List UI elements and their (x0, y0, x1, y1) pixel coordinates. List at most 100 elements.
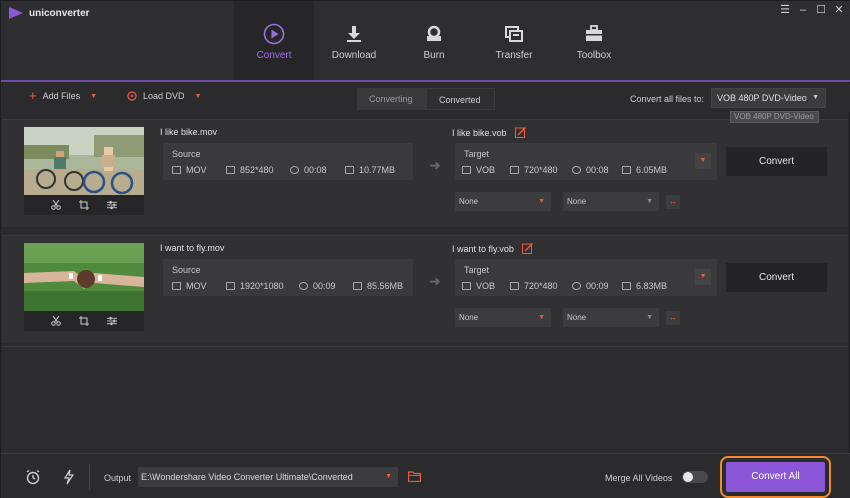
output-format-select[interactable]: VOB 480P DVD-Video ▼ (711, 88, 826, 108)
tab-burn-label: Burn (423, 50, 445, 61)
tab-converting[interactable]: Converting (357, 88, 426, 110)
crop-icon[interactable] (79, 200, 89, 210)
convert-button[interactable]: Convert (726, 147, 827, 176)
convert-button[interactable]: Convert (726, 263, 827, 292)
divider (89, 464, 90, 490)
source-size: 85.56MB (353, 281, 403, 291)
target-format-dropdown[interactable]: ▼ (695, 153, 711, 169)
maximize-icon[interactable]: ☐ (815, 4, 827, 16)
resolution-icon (510, 282, 519, 290)
file-row: I like bike.mov Source MOV 852*480 00:08… (2, 119, 848, 227)
merge-toggle[interactable] (682, 471, 708, 483)
resolution-icon (510, 166, 519, 174)
add-files-button[interactable]: + Add Files ▼ (29, 89, 97, 102)
effects-icon[interactable] (107, 316, 117, 326)
tab-convert[interactable]: Convert (234, 1, 314, 80)
file-row: I want to fly.mov Source MOV 1920*1080 0… (2, 235, 848, 343)
split-icon[interactable]: ↔ (666, 195, 680, 209)
source-duration-value: 00:08 (304, 165, 327, 175)
target-format-dropdown[interactable]: ▼ (695, 269, 711, 285)
source-label: Source (172, 265, 201, 275)
output-path-select[interactable]: E:\Wondershare Video Converter Ultimate\… (138, 467, 398, 487)
effects-icon[interactable] (107, 200, 117, 210)
clock-icon (299, 282, 308, 290)
folder-icon (622, 166, 631, 174)
source-file-name: I want to fly.mov (160, 243, 225, 253)
edit-icon[interactable] (521, 243, 533, 254)
thumbnail-tools (24, 195, 144, 215)
source-info-box: Source MOV 852*480 00:08 10.77MB (163, 143, 413, 180)
tab-convert-label: Convert (256, 50, 292, 61)
chevron-down-icon: ▼ (646, 314, 653, 321)
source-resolution: 852*480 (226, 165, 274, 175)
target-file-name-row: I want to fly.vob (452, 243, 533, 254)
download-icon (343, 23, 365, 45)
dvd-icon (127, 91, 137, 101)
audio-select[interactable]: None ▼ (563, 192, 659, 211)
trim-icon[interactable] (51, 316, 61, 326)
target-duration: 00:08 (572, 165, 609, 175)
crop-icon[interactable] (79, 316, 89, 326)
target-format-value: VOB (476, 165, 496, 175)
source-format: MOV (172, 281, 207, 291)
load-dvd-button[interactable]: Load DVD ▼ (127, 91, 201, 101)
target-file-name-row: I like bike.vob (452, 127, 526, 138)
load-dvd-dropdown-icon[interactable]: ▼ (195, 93, 202, 100)
clock-icon (290, 166, 299, 174)
edit-icon[interactable] (514, 127, 526, 138)
target-file-name: I like bike.vob (452, 127, 507, 138)
output-label: Output (104, 473, 132, 483)
source-resolution-value: 852*480 (240, 165, 274, 175)
source-format: MOV (172, 165, 207, 175)
target-duration-value: 00:08 (586, 165, 609, 175)
lightning-icon[interactable] (61, 469, 77, 485)
add-files-dropdown-icon[interactable]: ▼ (90, 93, 97, 100)
close-icon[interactable]: ✕ (833, 4, 845, 16)
menu-icon[interactable]: ☰ (779, 4, 791, 16)
burn-icon (423, 23, 445, 45)
source-resolution: 1920*1080 (226, 281, 284, 291)
target-label: Target (464, 149, 490, 159)
arrow-right-icon: ➜ (429, 273, 441, 289)
top-nav-bar: uniconverter ☰ – ☐ ✕ Convert Download Bu… (1, 1, 850, 82)
film-icon (462, 282, 471, 290)
audio-select[interactable]: None ▼ (563, 308, 659, 327)
alarm-clock-icon[interactable] (25, 469, 41, 485)
film-icon (172, 282, 181, 290)
film-icon (172, 166, 181, 174)
tab-transfer[interactable]: Transfer (474, 1, 554, 80)
source-duration-value: 00:09 (313, 281, 336, 291)
chevron-down-icon: ▼ (385, 473, 392, 480)
source-duration: 00:08 (290, 165, 327, 175)
convert-all-highlight: Convert All (720, 456, 831, 498)
target-format: VOB (462, 281, 495, 291)
convert-all-button[interactable]: Convert All (726, 462, 825, 492)
arrow-right-icon: ➜ (429, 157, 441, 173)
minimize-icon[interactable]: – (797, 4, 809, 16)
trim-icon[interactable] (51, 200, 61, 210)
app-window: uniconverter ☰ – ☐ ✕ Convert Download Bu… (0, 0, 850, 498)
app-logo: uniconverter (9, 7, 90, 19)
tab-toolbox[interactable]: Toolbox (554, 1, 634, 80)
chevron-down-icon: ▼ (646, 198, 653, 205)
tab-burn[interactable]: Burn (394, 1, 474, 80)
output-path-value: E:\Wondershare Video Converter Ultimate\… (141, 472, 353, 482)
split-icon[interactable]: ↔ (666, 311, 680, 325)
video-thumbnail[interactable] (24, 127, 144, 195)
subtitle-select[interactable]: None ▼ (455, 308, 551, 327)
subtitle-select[interactable]: None ▼ (455, 192, 551, 211)
bottom-bar: Output E:\Wondershare Video Converter Ul… (1, 453, 850, 498)
source-size-value: 85.56MB (367, 281, 404, 291)
video-thumbnail[interactable] (24, 243, 144, 311)
open-folder-icon[interactable] (408, 471, 421, 482)
tab-converted[interactable]: Converted (426, 88, 495, 110)
source-info-box: Source MOV 1920*1080 00:09 85.56MB (163, 259, 413, 296)
film-icon (462, 166, 471, 174)
source-resolution-value: 1920*1080 (240, 281, 284, 291)
app-title: uniconverter (29, 7, 90, 19)
tab-toolbox-label: Toolbox (576, 50, 612, 61)
clock-icon (572, 166, 581, 174)
toolbar: + Add Files ▼ Load DVD ▼ Converting Conv… (1, 84, 850, 112)
source-size: 10.77MB (345, 165, 395, 175)
tab-download[interactable]: Download (314, 1, 394, 80)
